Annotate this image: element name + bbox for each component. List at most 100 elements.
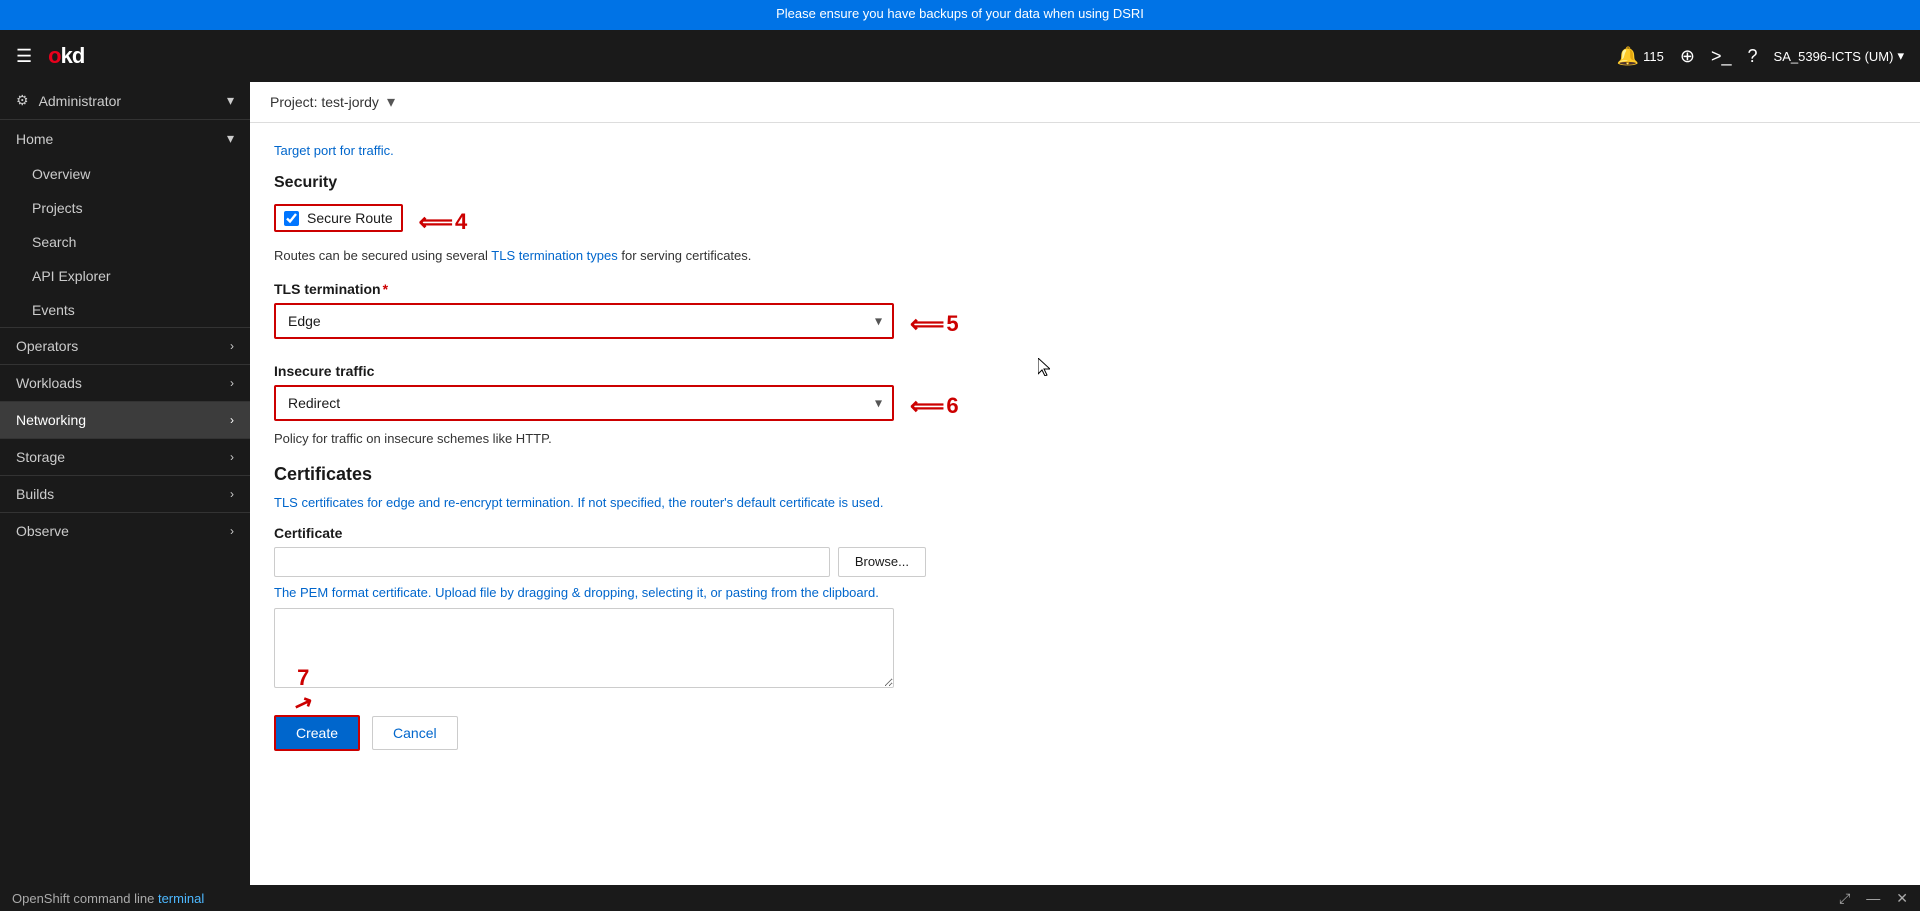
sidebar-administrator-label: Administrator: [39, 93, 121, 109]
sidebar-item-projects[interactable]: Projects: [0, 191, 250, 225]
sidebar-item-storage[interactable]: Storage ›: [0, 439, 250, 475]
username: SA_5396-ICTS (UM): [1774, 49, 1894, 64]
insecure-traffic-desc: Policy for traffic on insecure schemes l…: [274, 431, 926, 446]
sidebar-item-api-explorer[interactable]: API Explorer: [0, 259, 250, 293]
hamburger-menu[interactable]: ☰: [16, 46, 32, 67]
browse-button[interactable]: Browse...: [838, 547, 926, 577]
bottom-bar: OpenShift command line terminal ⤢ — ✕: [0, 885, 1920, 911]
builds-arrow-icon: ›: [230, 487, 234, 501]
cert-desc: TLS certificates for edge and re-encrypt…: [274, 493, 926, 513]
top-banner: Please ensure you have backups of your d…: [0, 0, 1920, 30]
networking-label: Networking: [16, 412, 230, 428]
sidebar-item-operators[interactable]: Operators ›: [0, 328, 250, 364]
secure-route-row: Secure Route ⟸ 4: [274, 204, 926, 240]
projects-label: Projects: [32, 200, 83, 216]
tls-select-row: Edge Passthrough Re-encrypt ▾ ⟸ 5: [274, 303, 926, 345]
security-desc: Routes can be secured using several TLS …: [274, 248, 926, 263]
builds-label: Builds: [16, 486, 230, 502]
tls-termination-label: TLS termination*: [274, 281, 926, 297]
certificate-input[interactable]: [274, 547, 830, 577]
sidebar-item-search[interactable]: Search: [0, 225, 250, 259]
sidebar-item-administrator[interactable]: ⚙ Administrator ▾: [0, 82, 250, 119]
insecure-traffic-field: Insecure traffic None Allow Redirect ▾ ⟸…: [274, 363, 926, 446]
callout-7-annotation: 7 ↙: [294, 665, 312, 717]
sidebar-item-events[interactable]: Events: [0, 293, 250, 327]
tls-termination-select[interactable]: Edge Passthrough Re-encrypt: [274, 303, 894, 339]
bottom-bar-right: ⤢ — ✕: [1839, 890, 1908, 907]
bell-icon: 🔔: [1617, 46, 1639, 67]
secure-route-label[interactable]: Secure Route: [307, 210, 393, 226]
project-dropdown-button[interactable]: ▾: [387, 92, 395, 112]
add-icon[interactable]: ⊕: [1680, 46, 1695, 67]
workloads-arrow-icon: ›: [230, 376, 234, 390]
logo-o: o: [48, 43, 60, 68]
notifications-area[interactable]: 🔔 115: [1617, 46, 1664, 67]
sidebar-networking-section: Networking ›: [0, 401, 250, 438]
sidebar-item-observe[interactable]: Observe ›: [0, 513, 250, 549]
create-button[interactable]: Create: [274, 715, 360, 751]
form-area: Target port for traffic. Security Secure…: [250, 123, 950, 771]
sidebar-operators-section: Operators ›: [0, 327, 250, 364]
search-label: Search: [32, 234, 76, 250]
certificate-input-row: Browse...: [274, 547, 926, 577]
certificates-title: Certificates: [274, 464, 926, 485]
expand-icon[interactable]: ⤢: [1839, 890, 1850, 907]
workloads-label: Workloads: [16, 375, 230, 391]
sidebar-home-section: Home ▾ Overview Projects Search API Expl…: [0, 119, 250, 327]
insecure-select-row: None Allow Redirect ▾ ⟸ 6: [274, 385, 926, 427]
certificates-section: Certificates TLS certificates for edge a…: [274, 464, 926, 691]
operators-label: Operators: [16, 338, 230, 354]
cancel-button[interactable]: Cancel: [372, 716, 458, 750]
terminal-link[interactable]: terminal: [158, 891, 204, 906]
overview-label: Overview: [32, 166, 90, 182]
insecure-traffic-select[interactable]: None Allow Redirect: [274, 385, 894, 421]
target-port-info: Target port for traffic.: [274, 143, 926, 158]
sidebar-item-networking[interactable]: Networking ›: [0, 402, 250, 438]
sidebar-item-workloads[interactable]: Workloads ›: [0, 365, 250, 401]
logo: okd: [48, 43, 84, 69]
security-title: Security: [274, 174, 926, 192]
header: ☰ okd 🔔 115 ⊕ >_ ? SA_5396-ICTS (UM) ▾: [0, 30, 1920, 82]
events-label: Events: [32, 302, 75, 318]
logo-rest: kd: [61, 43, 85, 68]
cert-hint: The PEM format certificate. Upload file …: [274, 585, 926, 600]
banner-text: Please ensure you have backups of your d…: [776, 6, 1144, 21]
security-section: Security Secure Route ⟸ 4 Routes can be …: [274, 174, 926, 263]
app-body: ⚙ Administrator ▾ Home ▾ Overview Projec…: [0, 82, 1920, 885]
insecure-traffic-label: Insecure traffic: [274, 363, 926, 379]
tls-select-wrapper: Edge Passthrough Re-encrypt ▾: [274, 303, 894, 339]
certificate-label: Certificate: [274, 525, 926, 541]
bottom-bar-text: OpenShift command line terminal: [12, 891, 204, 906]
home-arrow-icon: ▾: [227, 130, 234, 147]
main-content: Project: test-jordy ▾ Target port for tr…: [250, 82, 1920, 885]
secure-route-checkbox[interactable]: [284, 211, 299, 226]
secure-route-checkbox-container: Secure Route: [274, 204, 403, 232]
tls-link[interactable]: TLS termination types: [491, 248, 617, 263]
help-icon[interactable]: ?: [1748, 46, 1758, 67]
cert-textarea[interactable]: [274, 608, 894, 688]
sidebar-storage-section: Storage ›: [0, 438, 250, 475]
callout-5: ⟸ 5: [910, 310, 959, 339]
cog-icon: ⚙: [16, 92, 29, 109]
api-explorer-label: API Explorer: [32, 268, 111, 284]
required-indicator: *: [383, 281, 388, 297]
sidebar: ⚙ Administrator ▾ Home ▾ Overview Projec…: [0, 82, 250, 885]
networking-arrow-icon: ›: [230, 413, 234, 427]
user-menu[interactable]: SA_5396-ICTS (UM) ▾: [1774, 48, 1904, 64]
sidebar-workloads-section: Workloads ›: [0, 364, 250, 401]
sidebar-item-builds[interactable]: Builds ›: [0, 476, 250, 512]
callout-7-arrow-icon: ↙: [290, 688, 316, 719]
administrator-arrow-icon: ▾: [227, 92, 234, 109]
form-button-row: 7 ↙ Create Cancel: [274, 715, 926, 751]
sidebar-item-overview[interactable]: Overview: [0, 157, 250, 191]
user-dropdown-icon: ▾: [1897, 48, 1904, 64]
sidebar-item-home[interactable]: Home ▾: [0, 120, 250, 157]
project-label: Project: test-jordy: [270, 94, 379, 110]
callout-7-number: 7: [297, 665, 309, 691]
storage-label: Storage: [16, 449, 230, 465]
terminal-icon[interactable]: >_: [1711, 46, 1732, 67]
minimize-icon[interactable]: —: [1866, 890, 1880, 907]
home-label: Home: [16, 131, 53, 147]
close-bottom-icon[interactable]: ✕: [1896, 890, 1908, 907]
callout-6: ⟸ 6: [910, 392, 959, 421]
